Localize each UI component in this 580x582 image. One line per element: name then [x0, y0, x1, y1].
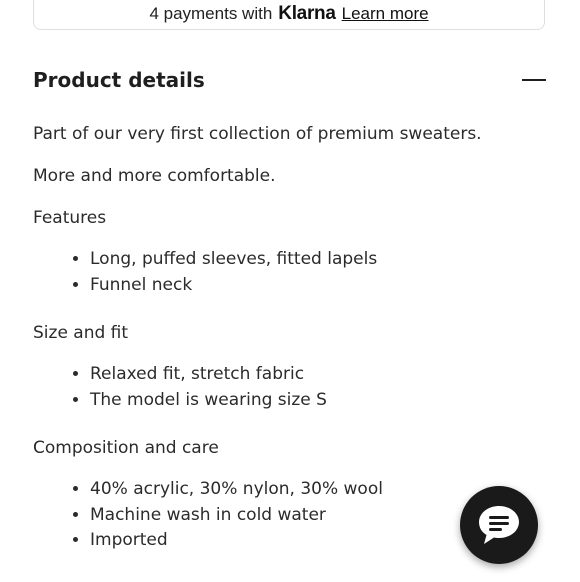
product-tagline-text: More and more comfortable.	[33, 166, 276, 186]
klarna-payments-banner: 4 payments with Klarna Learn more	[33, 0, 545, 30]
product-details-title: Product details	[33, 68, 205, 92]
section-title-size-and-fit: Size and fit	[33, 323, 129, 343]
product-intro-text: Part of our very first collection of pre…	[33, 124, 482, 144]
klarna-prefix-text: 4 payments with	[149, 4, 273, 23]
list-item: Long, puffed sleeves, fitted lapels	[90, 247, 513, 273]
features-list: Long, puffed sleeves, fitted lapels Funn…	[33, 247, 513, 298]
list-item: Funnel neck	[90, 273, 513, 299]
section-title-features: Features	[33, 208, 107, 228]
list-item: 40% acrylic, 30% nylon, 30% wool	[90, 477, 513, 503]
product-details-content: Part of our very first collection of pre…	[33, 121, 513, 576]
list-item: Relaxed fit, stretch fabric	[90, 362, 513, 388]
minus-icon[interactable]	[522, 68, 546, 92]
section-title-composition-and-care: Composition and care	[33, 438, 219, 458]
list-item: Imported	[90, 528, 513, 554]
chat-bubble-icon	[479, 506, 519, 544]
size-and-fit-list: Relaxed fit, stretch fabric The model is…	[33, 362, 513, 413]
klarna-logo: Klarna	[278, 3, 336, 24]
list-item: Machine wash in cold water	[90, 503, 513, 529]
product-page: 4 payments with Klarna Learn more Produc…	[0, 0, 580, 582]
klarna-learn-more-link[interactable]: Learn more	[342, 4, 429, 24]
list-item: The model is wearing size S	[90, 388, 513, 414]
composition-and-care-list: 40% acrylic, 30% nylon, 30% wool Machine…	[33, 477, 513, 554]
chat-support-button[interactable]	[460, 486, 538, 564]
product-details-accordion-header[interactable]: Product details	[33, 68, 547, 92]
